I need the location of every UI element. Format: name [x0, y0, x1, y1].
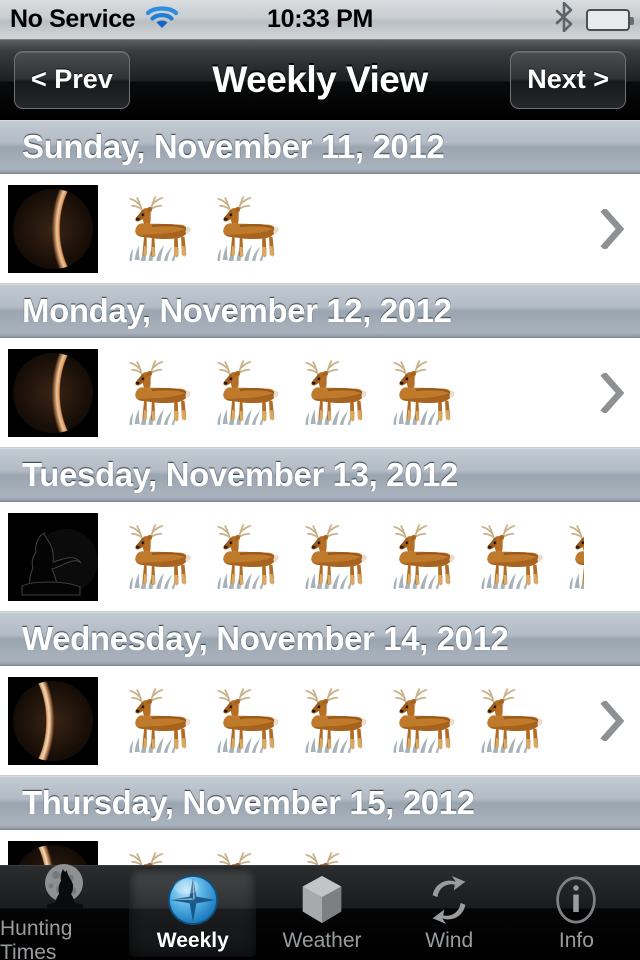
- deer-icon: [466, 513, 552, 601]
- day-header-label: Tuesday, November 13, 2012: [22, 456, 458, 493]
- disclosure-chevron-icon[interactable]: [584, 338, 640, 447]
- day-header-label: Monday, November 12, 2012: [22, 292, 452, 329]
- disclosure-chevron-icon[interactable]: [584, 666, 640, 775]
- tab-label: Hunting Times: [0, 917, 73, 960]
- waning-crescent-moon-icon: [8, 185, 98, 273]
- day-row[interactable]: [0, 830, 640, 865]
- tab-hunting-times[interactable]: Hunting Times: [0, 866, 127, 960]
- status-bar: No Service 10:33 PM: [0, 0, 640, 40]
- carrier-label: No Service: [10, 5, 136, 33]
- wifi-icon: [145, 4, 179, 35]
- prev-week-button[interactable]: < Prev: [14, 50, 130, 109]
- day-section-header: Sunday, November 11, 2012: [0, 120, 640, 174]
- deer-icon: [202, 513, 288, 601]
- disclosure-chevron-icon[interactable]: [584, 502, 640, 611]
- deer-icon: [378, 349, 464, 437]
- day-header-label: Thursday, November 15, 2012: [22, 784, 475, 821]
- deer-rating-strip: [98, 830, 584, 865]
- deer-rating-strip: [98, 338, 584, 447]
- deer-icon: [290, 841, 376, 866]
- status-bar-left: No Service: [0, 4, 179, 35]
- deer-icon: [290, 677, 376, 765]
- day-row[interactable]: [0, 666, 640, 776]
- app-root: No Service 10:33 PM < Prev Weekly View N…: [0, 0, 640, 960]
- waxing-crescent-moon-icon: [8, 677, 98, 765]
- day-row[interactable]: [0, 502, 640, 612]
- deer-icon: [290, 349, 376, 437]
- weekly-day-list[interactable]: Sunday, November 11, 2012 Monday, Novembe…: [0, 120, 640, 865]
- deer-icon: [290, 513, 376, 601]
- day-row[interactable]: [0, 338, 640, 448]
- cube-icon: [298, 873, 346, 927]
- disclosure-chevron-icon[interactable]: [584, 174, 640, 283]
- deer-icon: [202, 349, 288, 437]
- deer-icon: [466, 677, 552, 765]
- deer-icon: [114, 677, 200, 765]
- deer-rating-strip: [98, 502, 584, 611]
- day-header-label: Wednesday, November 14, 2012: [22, 620, 509, 657]
- day-section-header: Wednesday, November 14, 2012: [0, 612, 640, 666]
- compass-rose-icon: [166, 873, 220, 927]
- tab-info[interactable]: Info: [513, 866, 640, 960]
- status-bar-right: [554, 2, 640, 37]
- tab-bar: Hunting Times Weekly Weather Wind Info: [0, 865, 640, 960]
- tab-label: Wind: [425, 929, 474, 952]
- tab-wind[interactable]: Wind: [386, 866, 513, 960]
- day-row[interactable]: [0, 174, 640, 284]
- deer-icon: [554, 513, 584, 601]
- new-moon-howling-wolf-icon: [8, 513, 98, 601]
- deer-icon: [378, 677, 464, 765]
- day-header-label: Sunday, November 11, 2012: [22, 128, 445, 165]
- day-section-header: Tuesday, November 13, 2012: [0, 448, 640, 502]
- deer-icon: [114, 513, 200, 601]
- wolf-moon-icon: [37, 861, 91, 915]
- waning-crescent-moon-icon: [8, 349, 98, 437]
- battery-full-icon: [586, 8, 634, 31]
- bluetooth-icon: [554, 2, 574, 37]
- deer-icon: [114, 185, 200, 273]
- navigation-bar: < Prev Weekly View Next >: [0, 40, 640, 120]
- disclosure-chevron-icon[interactable]: [584, 830, 640, 865]
- tab-weekly[interactable]: Weekly: [129, 869, 257, 957]
- tab-label: Weather: [282, 929, 362, 952]
- deer-icon: [202, 841, 288, 866]
- next-week-button[interactable]: Next >: [510, 50, 626, 109]
- tab-label: Weekly: [156, 929, 229, 952]
- day-section-header: Thursday, November 15, 2012: [0, 776, 640, 830]
- wind-arrows-icon: [425, 873, 473, 927]
- info-circle-icon: [553, 873, 599, 927]
- deer-rating-strip: [98, 666, 584, 775]
- deer-icon: [114, 349, 200, 437]
- deer-rating-strip: [98, 174, 584, 283]
- deer-icon: [202, 677, 288, 765]
- tab-label: Info: [558, 929, 594, 952]
- day-section-header: Monday, November 12, 2012: [0, 284, 640, 338]
- deer-icon: [114, 841, 200, 866]
- tab-weather[interactable]: Weather: [258, 866, 385, 960]
- deer-icon: [378, 513, 464, 601]
- deer-icon: [202, 185, 288, 273]
